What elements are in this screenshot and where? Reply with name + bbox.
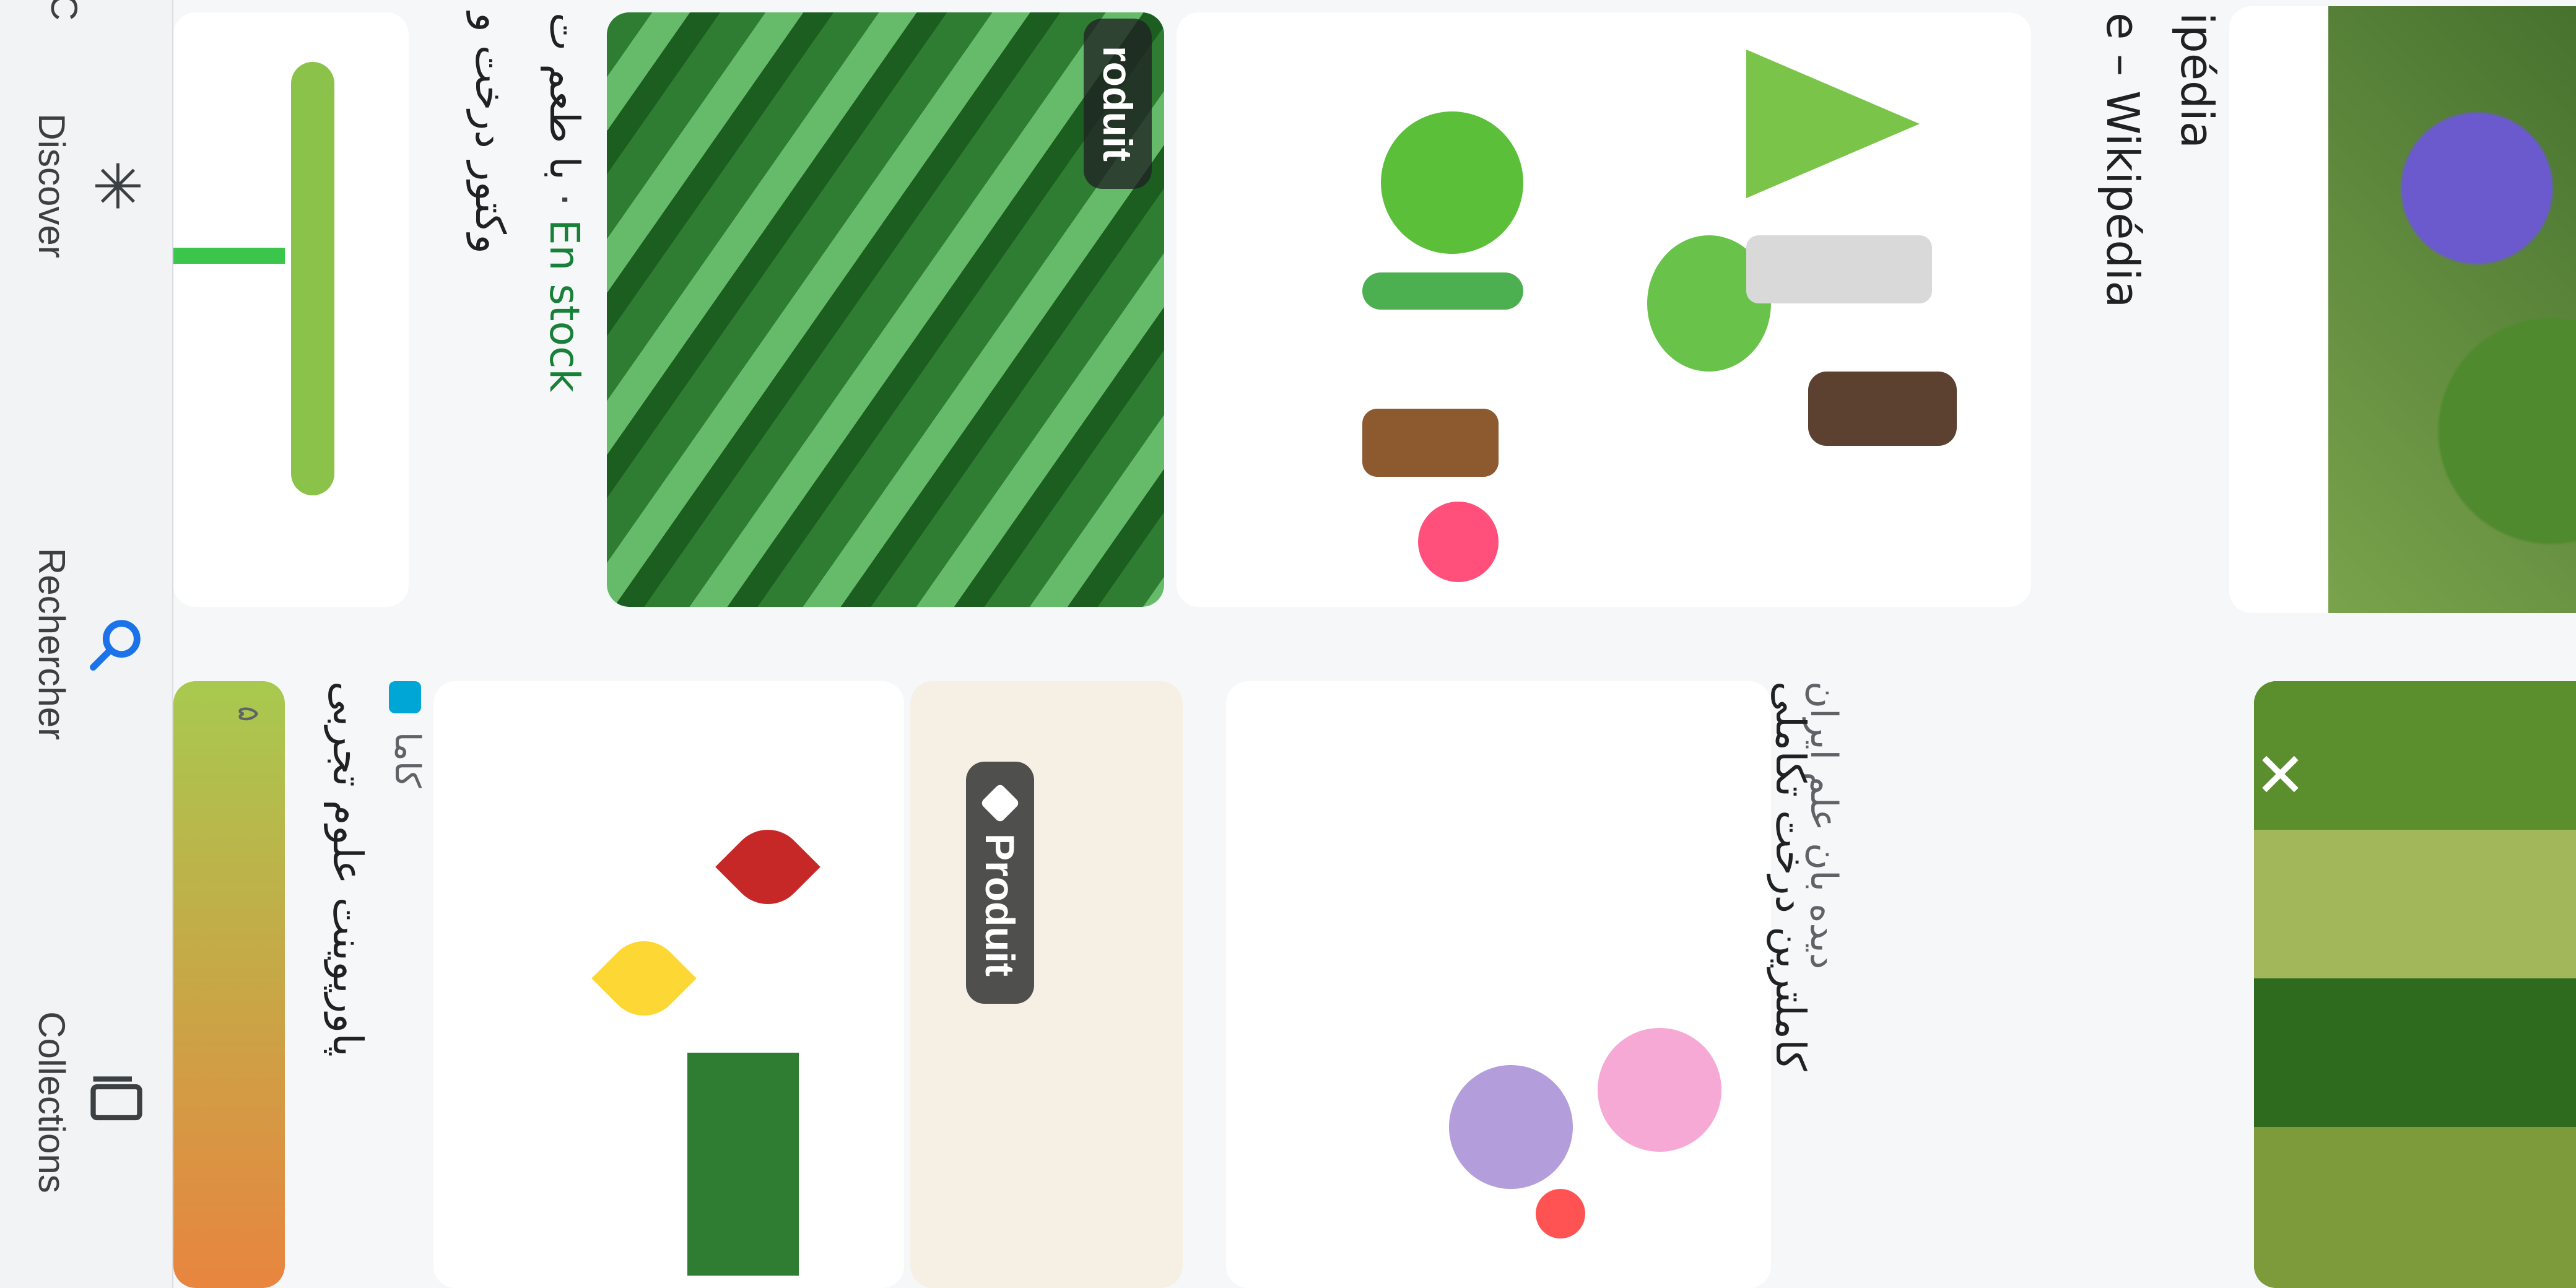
page-number: ۵ — [232, 706, 266, 722]
cone-tree-icon — [1746, 50, 1920, 198]
forest-thumbnail — [607, 12, 1164, 607]
bottom-navigation: ✳ Discover Rechercher Collections C — [0, 0, 173, 1288]
result-card-leaves[interactable] — [433, 681, 904, 1288]
nav-label-collections: Collections — [31, 1011, 72, 1193]
leaves-thumbnail — [433, 681, 904, 1288]
nav-label-rechercher: Rechercher — [31, 547, 72, 741]
collections-icon — [90, 1076, 142, 1121]
kama-favicon — [389, 681, 422, 713]
result-card-plant-grid[interactable]: ✕ — [2254, 681, 2576, 1288]
birch-tree-icon — [1746, 235, 1932, 303]
flower-thumbnail — [2328, 6, 2576, 613]
green-bar — [291, 62, 334, 495]
product-badge-left: roduit — [1084, 19, 1152, 189]
result-title-wikipedia-partial-1[interactable]: ipédia — [2171, 12, 2223, 149]
badge-label: roduit — [1095, 46, 1141, 162]
title-text: با طعم ت — [541, 12, 588, 180]
result-title-evolution-2[interactable]: کاملترین درخت تکاملی — [1767, 681, 1814, 1071]
result-card-wikipedia[interactable] — [2229, 6, 2576, 613]
result-card-pomegranate[interactable]: ۵ — [173, 681, 285, 1288]
tree-green-icon — [1381, 111, 1523, 254]
result-card-flowers[interactable] — [1226, 681, 1771, 1288]
source-name-kama[interactable]: کاما — [387, 681, 427, 788]
result-card-produit[interactable]: Produit — [910, 681, 1183, 1288]
branch-icon — [173, 248, 285, 264]
nav-label-discover: Discover — [31, 113, 72, 258]
yellow-leaf-icon — [591, 926, 697, 1031]
mushroom-icon — [1418, 502, 1499, 582]
tree-clipart-thumbnail — [1177, 12, 2031, 607]
nav-collections[interactable]: Collections — [0, 929, 172, 1276]
close-icon[interactable]: ✕ — [2254, 743, 2313, 805]
nav-rechercher[interactable]: Rechercher — [0, 471, 172, 817]
source-label: کاما — [387, 731, 427, 788]
stump-icon — [1362, 409, 1499, 477]
search-icon — [90, 620, 141, 671]
red-leaf-icon — [715, 814, 820, 920]
pink-flower-icon — [1598, 1028, 1721, 1152]
green-board-icon — [687, 1053, 799, 1276]
badge-label: Produit — [977, 833, 1023, 977]
pomegranate-thumbnail — [173, 681, 285, 1288]
flowers-thumbnail — [1226, 681, 1771, 1288]
nav-discover[interactable]: ✳ Discover — [0, 12, 172, 359]
cactus-icon — [1362, 272, 1523, 310]
result-card-forest-photo[interactable]: roduit — [607, 12, 1164, 607]
purple-flower-icon — [1449, 1065, 1573, 1189]
product-badge-right: Produit — [966, 762, 1034, 1004]
result-title-vector-tree[interactable]: وكتور درخت و — [466, 12, 514, 254]
result-card-tree-diagram[interactable] — [173, 12, 409, 607]
phone-screen: ipédia e – Wikipédia roduit En stock · ب… — [0, 0, 2576, 1288]
result-title-en-stock[interactable]: En stock · با طعم ت — [541, 12, 588, 393]
stock-status: En stock — [541, 219, 588, 393]
nav-partial-label: C — [43, 0, 85, 21]
tag-icon — [980, 783, 1020, 824]
bare-tree-icon — [1808, 372, 1957, 446]
result-title-powerpoint[interactable]: پاورپوینت علوم تجربی — [324, 681, 372, 1057]
result-title-wikipedia-partial-2[interactable]: e – Wikipédia — [2097, 12, 2149, 308]
produit-thumbnail — [910, 681, 1183, 1288]
title-separator: · — [541, 180, 588, 206]
red-flower-icon — [1536, 1189, 1585, 1238]
result-card-tree-clipart[interactable] — [1177, 12, 2031, 607]
asterisk-icon: ✳ — [82, 160, 151, 212]
tree-diagram-thumbnail — [173, 12, 409, 607]
